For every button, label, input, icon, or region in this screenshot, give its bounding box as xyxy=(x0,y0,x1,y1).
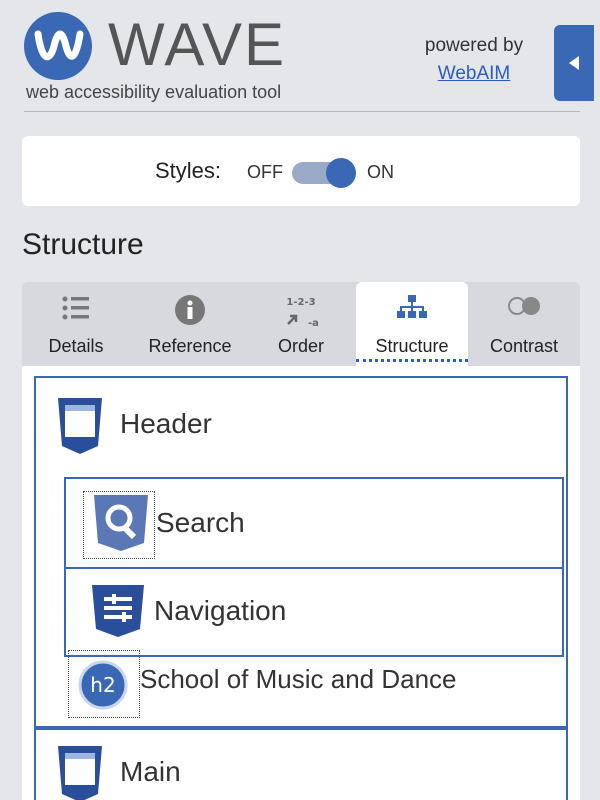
structure-tree: Header Search Navigation h2 School of Mu… xyxy=(22,366,580,800)
styles-on-label: ON xyxy=(367,162,394,182)
styles-toggle-card: Styles: OFF ON xyxy=(22,136,580,206)
svg-text:h2: h2 xyxy=(90,673,115,697)
powered-by-text: powered by xyxy=(424,35,524,56)
styles-label: Styles: xyxy=(155,158,222,183)
wave-logo-icon xyxy=(24,12,92,80)
tab-contrast[interactable]: Contrast xyxy=(470,282,578,366)
header-region-icon xyxy=(58,398,102,454)
panel-tabs: Details Reference 1-2-3 -a Order Structu… xyxy=(22,282,580,366)
main-region-icon xyxy=(58,746,102,800)
app-title: WAVE xyxy=(108,11,287,78)
navigation-label: Navigation xyxy=(154,595,287,626)
main-region[interactable]: Main xyxy=(34,728,568,800)
header-label: Header xyxy=(120,408,212,439)
sitemap-icon xyxy=(397,295,427,318)
order-icon-text: 1-2-3 xyxy=(286,297,315,308)
navigation-region[interactable]: Navigation xyxy=(64,567,564,657)
tab-structure-label: Structure xyxy=(356,336,468,362)
tab-order[interactable]: 1-2-3 -a Order xyxy=(248,282,354,366)
header-region[interactable]: Header Search Navigation h2 School of Mu… xyxy=(34,376,568,728)
search-region-icon xyxy=(94,495,148,551)
info-icon xyxy=(175,295,205,325)
tab-contrast-label: Contrast xyxy=(489,336,559,356)
heading-label: School of Music and Dance xyxy=(140,664,457,694)
main-label: Main xyxy=(120,756,181,787)
heading-item[interactable]: h2 School of Music and Dance xyxy=(64,650,564,720)
toggle-knob xyxy=(326,158,356,188)
webaim-link[interactable]: WebAIM xyxy=(404,60,544,88)
tab-reference[interactable]: Reference xyxy=(134,282,246,366)
tab-details-label: Details xyxy=(48,336,104,356)
caret-left-icon xyxy=(569,56,579,70)
tab-structure[interactable]: Structure xyxy=(356,282,468,366)
collapse-sidebar-button[interactable] xyxy=(554,25,594,101)
header-divider xyxy=(24,111,580,112)
order-icon: 1-2-3 -a xyxy=(286,297,318,328)
styles-off-label: OFF xyxy=(247,162,283,182)
search-label: Search xyxy=(156,507,245,538)
svg-text:-a: -a xyxy=(308,318,318,328)
h2-icon: h2 xyxy=(78,660,128,710)
section-title: Structure xyxy=(22,228,144,261)
navigation-region-icon xyxy=(92,585,144,637)
app-subtitle: web accessibility evaluation tool xyxy=(26,82,282,102)
tab-reference-label: Reference xyxy=(148,336,232,356)
powered-by: powered by WebAIM xyxy=(404,32,544,88)
contrast-icon xyxy=(508,297,540,315)
tab-order-label: Order xyxy=(277,336,324,356)
styles-toggle-switch[interactable] xyxy=(292,158,356,188)
tab-details[interactable]: Details xyxy=(22,282,130,366)
search-region[interactable]: Search xyxy=(64,477,564,569)
list-icon xyxy=(62,296,89,320)
